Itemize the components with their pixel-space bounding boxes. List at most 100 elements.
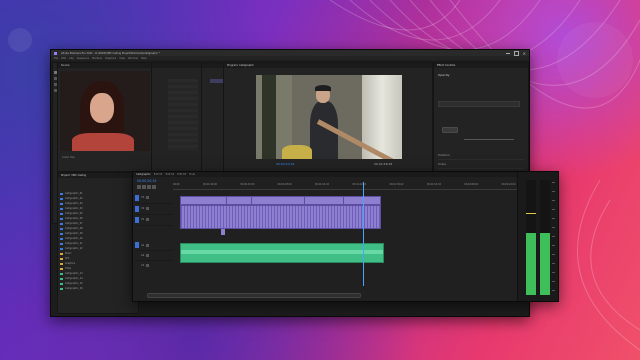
yellow-chair bbox=[282, 145, 312, 159]
menu-bar: File Edit Clip Sequence Markers Graphics… bbox=[51, 56, 529, 60]
eye-icon[interactable] bbox=[146, 218, 150, 221]
video-audio-waveform[interactable] bbox=[180, 205, 381, 229]
mixer-list bbox=[168, 79, 198, 151]
ruler-tick-label: 00;02;24;04 bbox=[501, 183, 516, 186]
menu-window[interactable]: Window bbox=[128, 57, 138, 60]
track-target-icon[interactable] bbox=[135, 194, 139, 201]
add-marker-icon[interactable] bbox=[147, 185, 151, 189]
timeline-zoom-scrollbar[interactable] bbox=[147, 293, 361, 298]
clip-icon bbox=[60, 197, 63, 200]
clip-icon bbox=[60, 277, 63, 280]
clip-icon bbox=[60, 192, 63, 195]
tab-sequence-edit-01[interactable]: Edit 01 bbox=[154, 173, 163, 176]
clip-icon bbox=[60, 237, 63, 240]
list-item[interactable]: Calligraphic_16 bbox=[60, 286, 136, 291]
eye-icon[interactable] bbox=[146, 196, 150, 199]
ruler-tick-label: 00;00;16;00 bbox=[202, 183, 217, 186]
meter-scale bbox=[552, 182, 555, 292]
clip-icon bbox=[60, 232, 63, 235]
ruler-tick-label: 00;00;32;00 bbox=[240, 183, 255, 186]
source-video-frame bbox=[60, 71, 150, 151]
audio-clip-music[interactable] bbox=[180, 243, 384, 263]
clip-icon bbox=[60, 242, 63, 245]
mute-icon[interactable] bbox=[146, 253, 150, 257]
timeline-timecode[interactable]: 00;00;20;19 bbox=[137, 179, 156, 183]
track-area[interactable] bbox=[177, 182, 553, 286]
clip-icon bbox=[60, 207, 63, 210]
track-header-a3[interactable]: A3 bbox=[135, 260, 173, 270]
audio-meter-right bbox=[540, 180, 550, 295]
tab-source[interactable]: Source bbox=[61, 64, 70, 67]
mute-icon[interactable] bbox=[146, 263, 150, 267]
clip-icon bbox=[60, 222, 63, 225]
tab-program[interactable]: Program: Calligraphic bbox=[227, 64, 254, 67]
project-list: Calligraphic_01 Calligraphic_02 Calligra… bbox=[60, 191, 136, 291]
ruler-tick-label: 00;02;08;04 bbox=[464, 183, 479, 186]
track-label: A3 bbox=[141, 263, 145, 267]
minimize-icon[interactable] bbox=[505, 52, 510, 54]
menu-help[interactable]: Help bbox=[141, 57, 147, 60]
track-headers: V3 V2 V1 A1 A2 A3 bbox=[135, 192, 173, 272]
tab-sequence-calligraphic[interactable]: Calligraphic bbox=[136, 173, 151, 176]
timeline-window: Calligraphic Edit 01 Edit 02 Edit 03 Fin… bbox=[132, 171, 559, 302]
tab-project[interactable]: Project: VMC Calling bbox=[61, 174, 86, 177]
menu-graphics[interactable]: Graphics bbox=[105, 57, 116, 60]
project-panel: Project: VMC Calling Calligraphic_01 Cal… bbox=[57, 172, 139, 314]
effect-row-label: Position bbox=[438, 153, 450, 157]
snap-icon[interactable] bbox=[137, 185, 141, 189]
presenter-shirt bbox=[72, 133, 134, 151]
track-target-icon[interactable] bbox=[135, 242, 139, 248]
menu-markers[interactable]: Markers bbox=[92, 57, 102, 60]
menu-sequence[interactable]: Sequence bbox=[77, 57, 89, 60]
clip-icon bbox=[60, 247, 63, 250]
app-logo-icon bbox=[54, 51, 57, 55]
track-label: A1 bbox=[141, 243, 145, 247]
menu-view[interactable]: View bbox=[119, 57, 125, 60]
linked-selection-icon[interactable] bbox=[142, 185, 146, 189]
tab-effect-controls[interactable]: Effect Controls bbox=[437, 64, 455, 67]
ruler-tick-label: 00;01;20;02 bbox=[352, 183, 367, 186]
video-clip[interactable] bbox=[343, 196, 381, 205]
presenter-face-front bbox=[90, 93, 114, 123]
audio-meter-left bbox=[526, 180, 536, 295]
program-monitor: Program: Calligraphic 00;00;20;19 00;02;… bbox=[223, 62, 433, 172]
audio-track-mixer bbox=[151, 62, 203, 172]
source-monitor: Source Audio Clip bbox=[57, 62, 153, 172]
eye-icon[interactable] bbox=[146, 207, 150, 210]
maximize-icon[interactable] bbox=[513, 50, 519, 56]
timeline-tab-bar: Calligraphic Edit 01 Edit 02 Edit 03 Fin… bbox=[133, 172, 558, 177]
program-duration: 00;02;48;28 bbox=[374, 162, 393, 166]
mute-icon[interactable] bbox=[146, 243, 150, 247]
playhead[interactable] bbox=[363, 182, 364, 286]
effect-row-label: Scale bbox=[438, 162, 447, 166]
small-clip[interactable] bbox=[221, 229, 225, 235]
effect-controls-tab-bar: Effect Controls bbox=[434, 63, 528, 68]
tab-sequence-edit-03[interactable]: Edit 03 bbox=[177, 173, 186, 176]
man-cap bbox=[315, 85, 331, 91]
meter-level-left bbox=[526, 233, 536, 295]
tab-sequence-final[interactable]: Final bbox=[189, 173, 195, 176]
effect-row[interactable]: Position bbox=[438, 151, 524, 160]
track-header-v1[interactable]: V1 bbox=[135, 214, 173, 226]
video-clip[interactable] bbox=[251, 196, 305, 205]
mixer-tab-bar bbox=[152, 63, 202, 68]
track-target-icon[interactable] bbox=[135, 205, 139, 212]
effect-slider[interactable] bbox=[464, 139, 514, 140]
effect-row[interactable]: Scale bbox=[438, 160, 524, 169]
video-clip[interactable] bbox=[226, 196, 252, 205]
clip-icon bbox=[60, 287, 63, 290]
timeline-settings-icon[interactable] bbox=[152, 185, 156, 189]
effect-button[interactable] bbox=[442, 127, 458, 133]
tab-sequence-edit-02[interactable]: Edit 02 bbox=[166, 173, 175, 176]
track-label: A2 bbox=[141, 253, 145, 257]
menu-file[interactable]: File bbox=[54, 57, 58, 60]
audio-waveform bbox=[181, 250, 383, 254]
close-icon[interactable]: × bbox=[523, 51, 526, 56]
effect-dropdown[interactable] bbox=[438, 101, 520, 107]
video-clip[interactable] bbox=[180, 196, 227, 205]
video-clip[interactable] bbox=[304, 196, 344, 205]
track-target-icon[interactable] bbox=[135, 216, 139, 223]
menu-edit[interactable]: Edit bbox=[61, 57, 66, 60]
window-title: Adobe Premiere Pro 2021 - D:\2020\VMC Ca… bbox=[61, 51, 160, 55]
menu-clip[interactable]: Clip bbox=[69, 57, 74, 60]
